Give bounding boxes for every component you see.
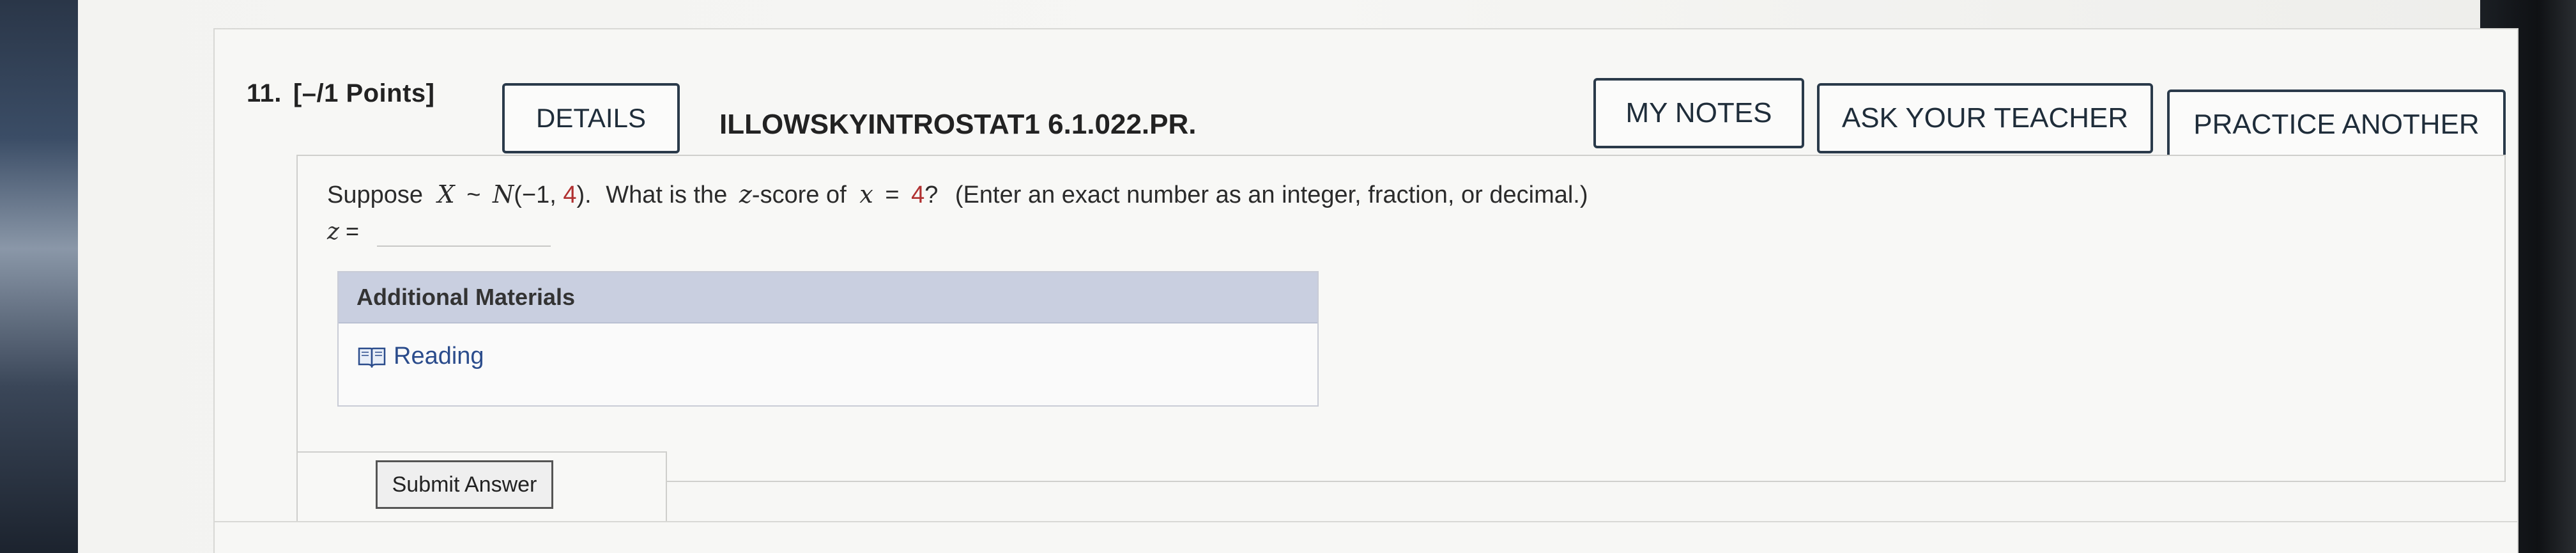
my-notes-button[interactable]: MY NOTES bbox=[1593, 78, 1804, 148]
ask-your-teacher-button[interactable]: ASK YOUR TEACHER bbox=[1817, 83, 2153, 153]
prompt-z-suffix: -score of bbox=[751, 182, 847, 208]
next-question-card bbox=[213, 521, 2518, 553]
points-label: [–/1 Points] bbox=[293, 79, 435, 107]
prompt-param-value: 4 bbox=[563, 182, 577, 208]
prompt-var-x: X bbox=[437, 180, 455, 208]
prompt-instruction: (Enter an exact number as an integer, fr… bbox=[954, 182, 1588, 208]
browser-screen: 11. [–/1 Points] DETAILS ILLOWSKYINTROST… bbox=[78, 0, 2518, 553]
answer-label-eq: = bbox=[345, 218, 359, 244]
prompt-qmark: ? bbox=[924, 182, 939, 208]
question-content: Suppose X ~ N(−1, 4). What is the z-scor… bbox=[296, 155, 2506, 482]
answer-row: z = bbox=[327, 216, 551, 247]
prompt-dist-name: N bbox=[492, 180, 514, 208]
details-button[interactable]: DETAILS bbox=[502, 83, 680, 153]
answer-label-var: z bbox=[327, 218, 339, 245]
prompt-x-value: 4 bbox=[911, 182, 925, 208]
prompt-z-word: z bbox=[739, 180, 752, 208]
prompt-mid-text: What is the bbox=[606, 182, 728, 208]
question-card: 11. [–/1 Points] DETAILS ILLOWSKYINTROST… bbox=[213, 28, 2518, 533]
prompt-param-close: ). bbox=[576, 182, 592, 208]
prompt-param-open: (−1, bbox=[514, 182, 564, 208]
additional-materials-panel: Additional Materials Reading bbox=[337, 271, 1319, 407]
practice-another-button[interactable]: PRACTICE ANOTHER bbox=[2167, 90, 2506, 160]
question-header: 11. [–/1 Points] bbox=[247, 68, 435, 119]
book-icon bbox=[358, 346, 386, 369]
prompt-x-var: x bbox=[859, 180, 873, 208]
reading-link[interactable]: Reading bbox=[358, 343, 484, 370]
prompt-tilde: ~ bbox=[466, 182, 481, 208]
photo-left-background bbox=[0, 0, 78, 553]
prompt-lead: Suppose bbox=[327, 182, 424, 208]
reading-label: Reading bbox=[394, 343, 484, 370]
question-prompt: Suppose X ~ N(−1, 4). What is the z-scor… bbox=[327, 180, 1588, 209]
question-id: ILLOWSKYINTROSTAT1 6.1.022.PR. bbox=[719, 109, 1197, 140]
question-number: 11. bbox=[247, 79, 282, 107]
additional-materials-heading: Additional Materials bbox=[339, 272, 1317, 323]
submit-answer-button[interactable]: Submit Answer bbox=[376, 460, 553, 509]
z-score-answer-input[interactable] bbox=[377, 216, 551, 247]
prompt-equals: = bbox=[885, 182, 900, 208]
